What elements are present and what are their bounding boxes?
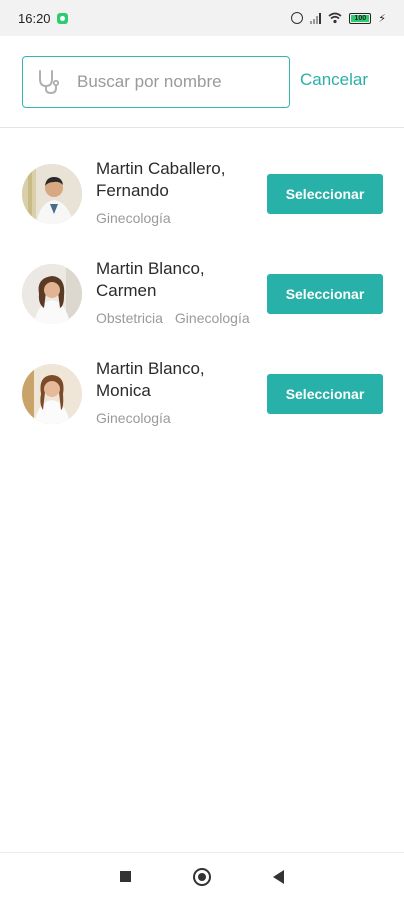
avatar [22,164,82,224]
status-right: 100 ⚡ [291,12,386,25]
doctor-name-line2: Carmen [96,281,157,300]
search-input[interactable] [77,72,267,92]
battery-icon: 100 [349,12,372,24]
doctor-name-line1: Martin Caballero, [96,159,226,178]
doctor-list: Martin Caballero, Fernando Ginecología S… [0,150,404,450]
signal-icon [310,12,322,24]
search-box[interactable] [22,56,290,108]
doctor-photo-icon [22,264,82,324]
select-button[interactable]: Seleccionar [267,374,383,414]
list-item: Martin Blanco, Carmen Obstetricia Ginecol… [0,250,404,350]
status-time: 16:20 [18,10,51,26]
cancel-button[interactable]: Cancelar [300,70,368,90]
doctor-name-line2: Monica [96,381,151,400]
status-left: 16:20 [18,11,68,26]
specialty-tag: Ginecología [174,310,250,326]
back-triangle-icon[interactable] [273,869,284,884]
charging-icon: ⚡ [378,12,386,25]
stethoscope-icon [39,70,60,95]
doctor-name-line1: Martin Blanco, [96,259,205,278]
doctor-name: Martin Blanco, Carmen [96,258,256,302]
status-bar: 16:20 100 ⚡ [0,0,404,36]
battery-level: 100 [351,14,370,22]
doctor-photo-icon [22,164,82,224]
home-circle-icon[interactable] [193,867,211,886]
doctor-specialties: Ginecología [96,210,256,226]
app-screen: 16:20 100 ⚡ Buscar por nombre Cancelar M… [0,0,404,900]
recents-square-icon[interactable] [120,871,131,882]
doctor-name-line1: Martin Blanco, [96,359,205,378]
search-header: Cancelar [0,36,404,128]
specialty-tag: Ginecología [96,410,171,426]
app-notification-icon [56,12,68,24]
select-button[interactable]: Seleccionar [267,174,383,214]
wifi-icon [328,12,342,24]
select-button[interactable]: Seleccionar [267,274,383,314]
system-nav-bar [0,852,404,900]
list-item: Martin Blanco, Monica Ginecología Selecc… [0,350,404,450]
alarm-icon [291,12,304,24]
doctor-name-line2: Fernando [96,181,169,200]
doctor-specialties: Ginecología [96,410,256,426]
specialty-tag: Obstetricia [96,310,163,326]
doctor-specialties: Obstetricia Ginecología [96,310,256,326]
specialty-tag: Ginecología [96,210,171,226]
list-item: Martin Caballero, Fernando Ginecología S… [0,150,404,250]
doctor-name: Martin Caballero, Fernando [96,158,256,202]
doctor-name: Martin Blanco, Monica [96,358,256,402]
avatar [22,264,82,324]
avatar [22,364,82,424]
doctor-photo-icon [22,364,82,424]
